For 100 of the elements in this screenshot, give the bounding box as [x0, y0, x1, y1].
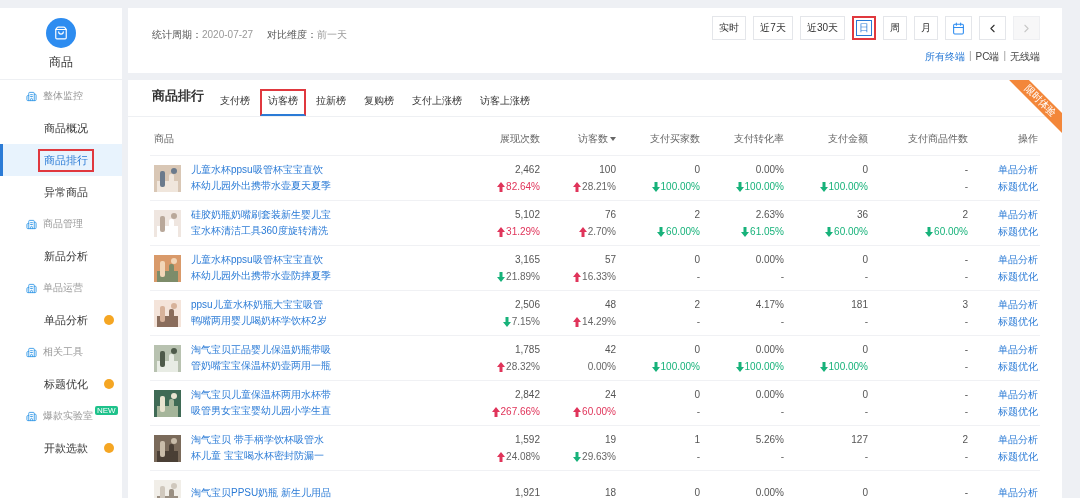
tab[interactable]: 拉新榜 [308, 89, 354, 116]
metric-value: 0 [862, 343, 868, 356]
range-button[interactable]: 周 [883, 16, 907, 40]
change-value: - [696, 405, 700, 418]
metric-value: 2,842 [514, 388, 540, 401]
change-value: 100.00% [660, 180, 700, 193]
sidebar-item-row[interactable]: 新品分析 [0, 240, 122, 272]
action-link[interactable]: 标题优化 [998, 315, 1038, 328]
change-value: 16.33% [582, 270, 616, 283]
product-title-link[interactable]: ppsu儿童水杯奶瓶大宝宝吸管 [191, 299, 327, 311]
sort-caret-icon[interactable] [610, 137, 616, 141]
product-title-link[interactable]: 儿童水杯ppsu吸管杯宝宝直饮 [191, 254, 331, 266]
sidebar-item[interactable]: 商品概况 [38, 116, 94, 140]
sidebar-item-row[interactable]: 商品概况 [0, 112, 122, 144]
change-value: 267.66% [500, 405, 540, 418]
change-value: 31.29% [506, 225, 540, 238]
product-title-link[interactable]: 儿童水杯ppsu吸管杯宝宝直饮 [191, 164, 331, 176]
separator: | [968, 50, 972, 63]
metric-value: 127 [851, 433, 868, 446]
change-value: - [696, 315, 700, 328]
sidebar-item[interactable]: 开款选款 [38, 436, 94, 460]
change-value: 0.00% [587, 360, 616, 373]
product-title-link[interactable]: 淘气宝贝儿童保温杯两用水杯带 [191, 389, 331, 401]
metric-value: 2 [694, 298, 700, 311]
sidebar-item[interactable]: 异常商品 [38, 180, 94, 204]
product-title-link[interactable]: 淘气宝贝PPSU奶瓶 新生儿用品 [191, 487, 331, 498]
column-header: 支付金额 [828, 132, 868, 146]
tab[interactable]: 访客上涨榜 [472, 89, 538, 116]
sidebar-item-row[interactable]: 商品排行 [0, 144, 122, 176]
product-title-link[interactable]: 宝水杯清洁工具360度旋转清洗 [191, 225, 331, 237]
metric-value: 2 [962, 208, 968, 221]
metric-value: 19 [604, 433, 616, 446]
terminal-link[interactable]: PC端 [975, 50, 1000, 64]
change-value: 28.21% [582, 180, 616, 193]
action-link[interactable]: 单品分析 [998, 163, 1038, 176]
action-link[interactable]: 单品分析 [998, 298, 1038, 311]
sidebar-item-row[interactable]: 异常商品 [0, 176, 122, 208]
action-link[interactable]: 单品分析 [998, 487, 1038, 498]
sidebar-item[interactable]: 单品分析 [38, 308, 94, 332]
action-link[interactable]: 单品分析 [998, 388, 1038, 401]
change-value: - [780, 405, 784, 418]
change-value: - [780, 450, 784, 463]
range-button[interactable]: 近7天 [753, 16, 793, 40]
action-link[interactable]: 标题优化 [998, 180, 1038, 193]
range-button[interactable]: 近30天 [799, 16, 845, 40]
change-value: 60.00% [666, 225, 700, 238]
product-title-link[interactable]: 管奶嘴宝宝保温杯奶壶两用一瓶 [191, 360, 331, 372]
action-link[interactable]: 单品分析 [998, 208, 1038, 221]
tab[interactable]: 访客榜 [260, 89, 306, 116]
previous-button[interactable] [979, 16, 1006, 40]
product-title-link[interactable]: 鸭嘴两用婴儿喝奶杯学饮杯2岁 [191, 315, 327, 327]
product-title-link[interactable]: 吸管男女宝宝婴幼儿园小学生直 [191, 405, 331, 417]
action-link[interactable]: 标题优化 [998, 405, 1038, 418]
action-link[interactable]: 标题优化 [998, 360, 1038, 373]
metric-value: 0 [862, 163, 868, 176]
terminal-link[interactable]: 所有终端 [924, 50, 965, 64]
product-title-link[interactable]: 淘气宝贝正品婴儿保温奶瓶带吸 [191, 344, 331, 356]
sidebar-item-row[interactable]: 开款选款 [0, 432, 122, 464]
range-button[interactable]: 实时 [712, 16, 747, 40]
status-dot [104, 443, 114, 453]
metric-value: - [964, 343, 968, 356]
new-badge: NEW [95, 406, 118, 415]
action-link[interactable]: 标题优化 [998, 450, 1038, 463]
action-link[interactable]: 标题优化 [998, 270, 1038, 283]
product-title-link[interactable]: 杯幼儿园外出携带水壶夏天夏季 [191, 180, 331, 192]
calendar-button[interactable] [945, 16, 972, 40]
tab[interactable]: 复购榜 [356, 89, 402, 116]
action-link[interactable]: 单品分析 [998, 343, 1038, 356]
metric-value: 24 [604, 388, 616, 401]
action-link[interactable]: 单品分析 [998, 253, 1038, 266]
calendar-icon [952, 21, 965, 35]
building-icon [26, 346, 37, 358]
terminal-link[interactable]: 无线端 [1010, 50, 1040, 64]
sidebar-item[interactable]: 新品分析 [38, 244, 94, 268]
sidebar-item[interactable]: 标题优化 [38, 372, 94, 396]
action-link[interactable]: 标题优化 [998, 225, 1038, 238]
metric-value: 0.00% [755, 163, 784, 176]
tab[interactable]: 支付榜 [212, 89, 258, 116]
status-dot [104, 315, 114, 325]
metric-value: 0.00% [755, 253, 784, 266]
metric-value: - [964, 163, 968, 176]
period-value: 2020-07-27 [202, 29, 254, 40]
change-value: 61.05% [750, 225, 784, 238]
sidebar-item-row[interactable]: 标题优化 [0, 368, 122, 400]
product-title-link[interactable]: 硅胶奶瓶奶嘴刷套装新生婴儿宝 [191, 209, 331, 221]
product-title-link[interactable]: 杯儿童 宝宝喝水杯密封防漏一 [191, 450, 324, 462]
product-title-link[interactable]: 淘气宝贝 带手柄学饮杯吸管水 [191, 434, 324, 446]
metric-value: - [964, 487, 968, 498]
metric-value: 2 [962, 433, 968, 446]
metric-value: 0 [862, 388, 868, 401]
tab[interactable]: 支付上涨榜 [404, 89, 470, 116]
sidebar-item-row[interactable]: 单品分析 [0, 304, 122, 336]
action-link[interactable]: 单品分析 [998, 433, 1038, 446]
sidebar-title: 商品 [49, 54, 73, 71]
product-title-link[interactable]: 杯幼儿园外出携带水壶防摔夏季 [191, 270, 331, 282]
sidebar-item[interactable]: 商品排行 [38, 148, 94, 172]
range-button[interactable]: 月 [914, 16, 938, 40]
change-value: 100.00% [828, 360, 868, 373]
range-button[interactable]: 日 [852, 16, 876, 40]
metric-value: 1,592 [514, 433, 540, 446]
